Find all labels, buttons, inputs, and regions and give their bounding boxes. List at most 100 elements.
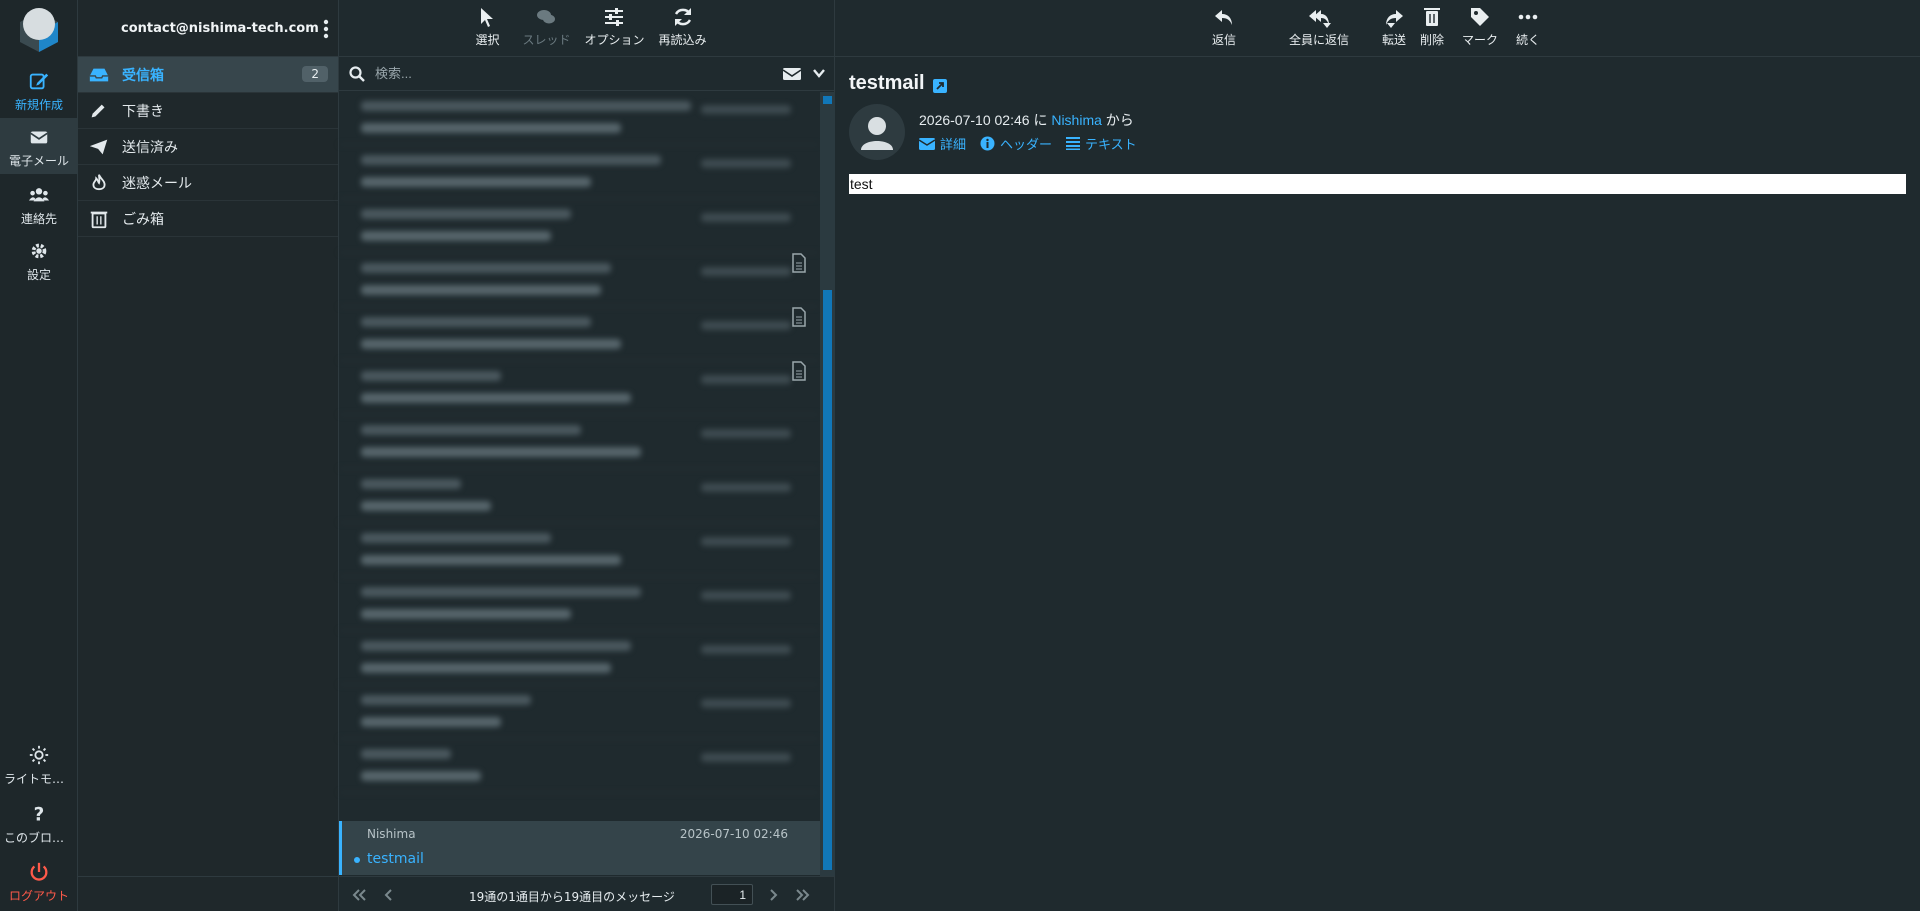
list-item[interactable]: [339, 361, 819, 415]
unread-dot-icon: [354, 857, 360, 863]
unread-count-badge: 2: [302, 66, 328, 82]
list-item[interactable]: [339, 199, 819, 253]
list-item[interactable]: [339, 523, 819, 577]
avatar: [849, 104, 905, 160]
message-list-scrollbar[interactable]: [820, 92, 835, 876]
folder-pane: contact@nishima-tech.com 受信箱 2 下書き 送信済み …: [78, 0, 339, 911]
options-label: オプション: [584, 33, 645, 47]
sender-link[interactable]: Nishima: [1051, 112, 1102, 128]
reply-all-dropdown-icon[interactable]: [1323, 23, 1331, 28]
folder-drafts[interactable]: 下書き: [78, 93, 338, 129]
settings-nav-button[interactable]: 設定: [0, 232, 78, 288]
next-page-icon[interactable]: [765, 888, 781, 902]
about-button[interactable]: ? このブログ...: [0, 795, 78, 851]
first-page-icon[interactable]: [351, 888, 367, 902]
trash-icon: [1424, 8, 1440, 26]
plain-text-label: テキスト: [1085, 137, 1137, 152]
mark-button[interactable]: マーク: [1462, 6, 1498, 48]
blurred-message-rows: [339, 91, 819, 821]
power-icon: [30, 862, 48, 881]
logout-button[interactable]: ログアウト: [0, 853, 78, 909]
folder-trash[interactable]: ごみ箱: [78, 201, 338, 237]
folder-sent[interactable]: 送信済み: [78, 129, 338, 165]
message-body: test: [849, 174, 1906, 194]
compose-icon: [29, 73, 49, 90]
light-mode-button[interactable]: ライトモー...: [0, 736, 78, 792]
mail-nav-button[interactable]: 電子メール: [0, 118, 78, 174]
search-input[interactable]: [375, 66, 755, 81]
message-sender: Nishima: [367, 827, 416, 841]
reply-label: 返信: [1212, 33, 1237, 47]
compose-button[interactable]: 新規作成: [0, 62, 78, 118]
page-number-input[interactable]: [711, 884, 753, 905]
more-button[interactable]: 続く: [1516, 6, 1540, 48]
contacts-nav-button[interactable]: 連絡先: [0, 176, 78, 232]
envelope-icon: [919, 137, 935, 150]
headers-label: ヘッダー: [1000, 137, 1053, 152]
settings-label: 設定: [26, 268, 51, 282]
about-label: このブログ...: [4, 831, 76, 845]
reload-button[interactable]: 再読込み: [659, 6, 707, 56]
list-item[interactable]: [339, 631, 819, 685]
last-page-icon[interactable]: [795, 888, 811, 902]
reading-pane: 返信 全員に返信 転送 削除 マーク 続く testmail 2026-07-1…: [835, 0, 1920, 911]
headers-link[interactable]: ヘッダー: [980, 134, 1052, 153]
tag-icon: [1471, 8, 1489, 26]
thread-label: スレッド: [522, 33, 571, 47]
list-item[interactable]: [339, 307, 819, 361]
list-item[interactable]: [339, 91, 819, 145]
envelope-filter-icon[interactable]: [782, 66, 802, 82]
cursor-icon: [481, 8, 494, 27]
details-link[interactable]: 詳細: [919, 134, 966, 153]
search-icon: [349, 65, 365, 82]
document-icon: [792, 307, 806, 327]
selected-message-row[interactable]: Nishima 2026-07-10 02:46 testmail: [339, 821, 820, 875]
kebab-menu-icon[interactable]: [322, 18, 330, 40]
on-label: に: [1033, 112, 1048, 128]
user-silhouette-icon: [861, 117, 893, 150]
reply-all-button[interactable]: 全員に返信: [1289, 6, 1349, 48]
text-lines-icon: [1066, 137, 1081, 150]
reload-label: 再読込み: [658, 33, 707, 47]
light-mode-label: ライトモー...: [4, 772, 76, 786]
folder-footer: [78, 876, 338, 911]
list-item[interactable]: [339, 739, 819, 793]
folder-label: ごみ箱: [122, 211, 164, 228]
document-icon: [792, 253, 806, 273]
delete-button[interactable]: 削除: [1420, 6, 1444, 48]
select-button[interactable]: 選択: [466, 6, 508, 56]
scrollbar-thumb[interactable]: [823, 290, 832, 870]
more-label: 続く: [1516, 33, 1541, 47]
list-item[interactable]: [339, 415, 819, 469]
select-label: 選択: [475, 33, 500, 47]
reader-toolbar: 返信 全員に返信 転送 削除 マーク 続く: [835, 0, 1920, 57]
scroll-up-arrow[interactable]: [823, 96, 832, 104]
reply-all-label: 全員に返信: [1289, 33, 1350, 47]
list-item[interactable]: [339, 145, 819, 199]
previous-page-icon[interactable]: [381, 888, 397, 902]
plain-text-link[interactable]: テキスト: [1066, 134, 1137, 153]
list-item[interactable]: [339, 685, 819, 739]
folder-inbox[interactable]: 受信箱 2: [78, 57, 338, 93]
info-icon: [980, 136, 995, 151]
comments-icon: [537, 10, 556, 24]
list-item[interactable]: [339, 253, 819, 307]
from-suffix: から: [1105, 112, 1134, 128]
folder-junk[interactable]: 迷惑メール: [78, 165, 338, 201]
users-icon: [28, 188, 50, 202]
list-item[interactable]: [339, 469, 819, 523]
list-item[interactable]: [339, 793, 819, 821]
forward-dropdown-icon[interactable]: [1387, 23, 1395, 28]
list-item[interactable]: [339, 577, 819, 631]
options-button[interactable]: オプション: [584, 6, 645, 56]
chevron-down-icon[interactable]: [812, 66, 826, 80]
reply-button[interactable]: 返信: [1212, 6, 1236, 48]
logout-label: ログアウト: [8, 889, 69, 903]
message-list-pane: 選択 スレッド オプション 再読込み 検索... 19通の1通目から19通目のメ…: [339, 0, 835, 911]
envelope-icon: [30, 131, 48, 144]
document-icon: [792, 361, 806, 381]
app-logo-icon[interactable]: [14, 4, 64, 54]
thread-button[interactable]: スレッド: [522, 6, 570, 56]
open-external-icon[interactable]: [933, 79, 947, 93]
nav-rail: 新規作成 電子メール 連絡先 設定 ライトモー... ? このブログ... ログ…: [0, 0, 78, 911]
